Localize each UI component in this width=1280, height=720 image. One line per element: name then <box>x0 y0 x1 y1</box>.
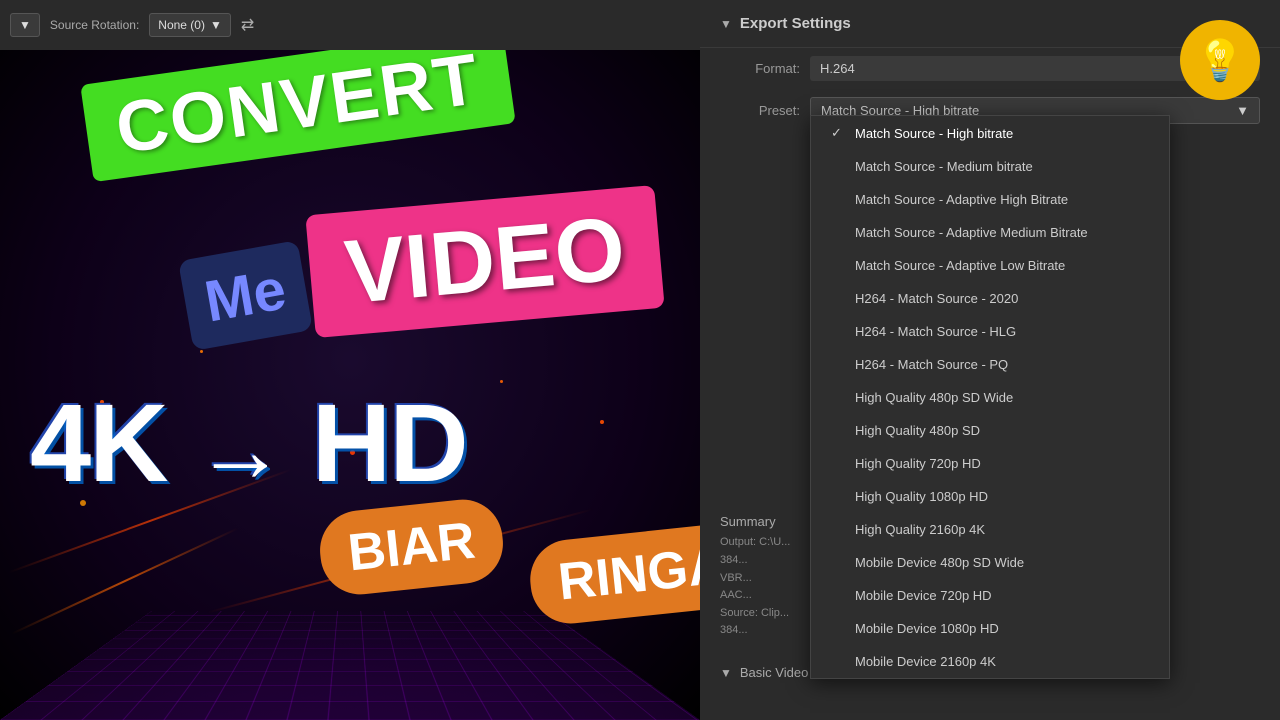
dropdown-item[interactable]: High Quality 720p HD <box>811 447 1169 480</box>
dropdown-item[interactable]: High Quality 2160p 4K <box>811 513 1169 546</box>
dropdown-item-label: Mobile Device 480p SD Wide <box>855 555 1024 570</box>
chevron-down-icon-3: ▼ <box>1236 103 1249 118</box>
dropdown-item-label: Match Source - Adaptive Medium Bitrate <box>855 225 1088 240</box>
dropdown-item-label: High Quality 1080p HD <box>855 489 988 504</box>
dropdown-item-label: Match Source - Adaptive High Bitrate <box>855 192 1068 207</box>
dropdown-item[interactable]: Mobile Device 480p SD Wide <box>811 546 1169 579</box>
toolbar: ▼ Source Rotation: None (0) ▼ ⇄ <box>0 0 700 50</box>
k4-label: 4K <box>30 382 167 505</box>
chevron-down-icon-2: ▼ <box>210 18 222 32</box>
dropdown-item-label: High Quality 2160p 4K <box>855 522 985 537</box>
chevron-down-icon: ▼ <box>19 18 31 32</box>
dropdown-item[interactable]: H264 - Match Source - 2020 <box>811 282 1169 315</box>
dropdown-item-label: Mobile Device 2160p 4K <box>855 654 996 669</box>
collapse-arrow-icon: ▼ <box>720 17 732 31</box>
dropdown-item-label: Mobile Device 720p HD <box>855 588 992 603</box>
dropdown-item-label: High Quality 480p SD <box>855 423 980 438</box>
dropdown-item[interactable]: High Quality 480p SD <box>811 414 1169 447</box>
dropdown-item[interactable]: High Quality 1080p HD <box>811 480 1169 513</box>
dropdown-item[interactable]: Mobile Device 720p HD <box>811 579 1169 612</box>
lightbulb-button[interactable]: 💡 <box>1180 20 1260 100</box>
dropdown-item[interactable]: Mobile Device 1080p HD <box>811 612 1169 645</box>
preset-dropdown-menu: ✓ Match Source - High bitrate Match Source… <box>810 115 1170 679</box>
dropdown-item[interactable]: H264 - Match Source - PQ <box>811 348 1169 381</box>
grid-floor <box>0 611 700 720</box>
dropdown-item[interactable]: ✓ Match Source - High bitrate <box>811 116 1169 150</box>
arrow-label: → <box>195 401 283 501</box>
dropdown-item-label: Mobile Device 1080p HD <box>855 621 999 636</box>
k4-hd-text-overlay: 4K → HD <box>30 380 467 507</box>
swap-button[interactable]: ⇄ <box>241 15 254 35</box>
dropdown-item[interactable]: Match Source - Medium bitrate <box>811 150 1169 183</box>
dropdown-item-label: H264 - Match Source - PQ <box>855 357 1008 372</box>
hd-label: HD <box>312 382 467 505</box>
dropdown-item-label: Match Source - High bitrate <box>855 126 1013 141</box>
dropdown-item-label: High Quality 720p HD <box>855 456 981 471</box>
dropdown-item[interactable]: High Quality 480p SD Wide <box>811 381 1169 414</box>
dropdown-item[interactable]: H264 - Match Source - HLG <box>811 315 1169 348</box>
dropdown-item[interactable]: Match Source - Adaptive High Bitrate <box>811 183 1169 216</box>
lightbulb-icon: 💡 <box>1195 37 1245 84</box>
rotation-value: None (0) <box>158 18 205 32</box>
source-dropdown[interactable]: ▼ <box>10 13 40 37</box>
preset-label: Preset: <box>720 103 800 118</box>
dropdown-item[interactable]: Match Source - Adaptive Medium Bitrate <box>811 216 1169 249</box>
export-panel: ▼ Export Settings Format: H.264 Preset: … <box>700 0 1280 720</box>
dropdown-item[interactable]: Match Source - Adaptive Low Bitrate <box>811 249 1169 282</box>
rotation-dropdown[interactable]: None (0) ▼ <box>149 13 231 37</box>
dropdown-item-label: H264 - Match Source - 2020 <box>855 291 1018 306</box>
dropdown-item-label: Match Source - Medium bitrate <box>855 159 1033 174</box>
checkmark-icon: ✓ <box>831 125 847 141</box>
rotation-label: Source Rotation: <box>50 18 139 32</box>
dropdown-item-label: H264 - Match Source - HLG <box>855 324 1016 339</box>
dropdown-item-label: Match Source - Adaptive Low Bitrate <box>855 258 1065 273</box>
collapse-basic-icon: ▼ <box>720 666 732 680</box>
export-settings-title: Export Settings <box>740 15 851 32</box>
format-label: Format: <box>720 61 800 76</box>
dropdown-item[interactable]: Mobile Device 2160p 4K <box>811 645 1169 678</box>
dropdown-item-label: High Quality 480p SD Wide <box>855 390 1013 405</box>
